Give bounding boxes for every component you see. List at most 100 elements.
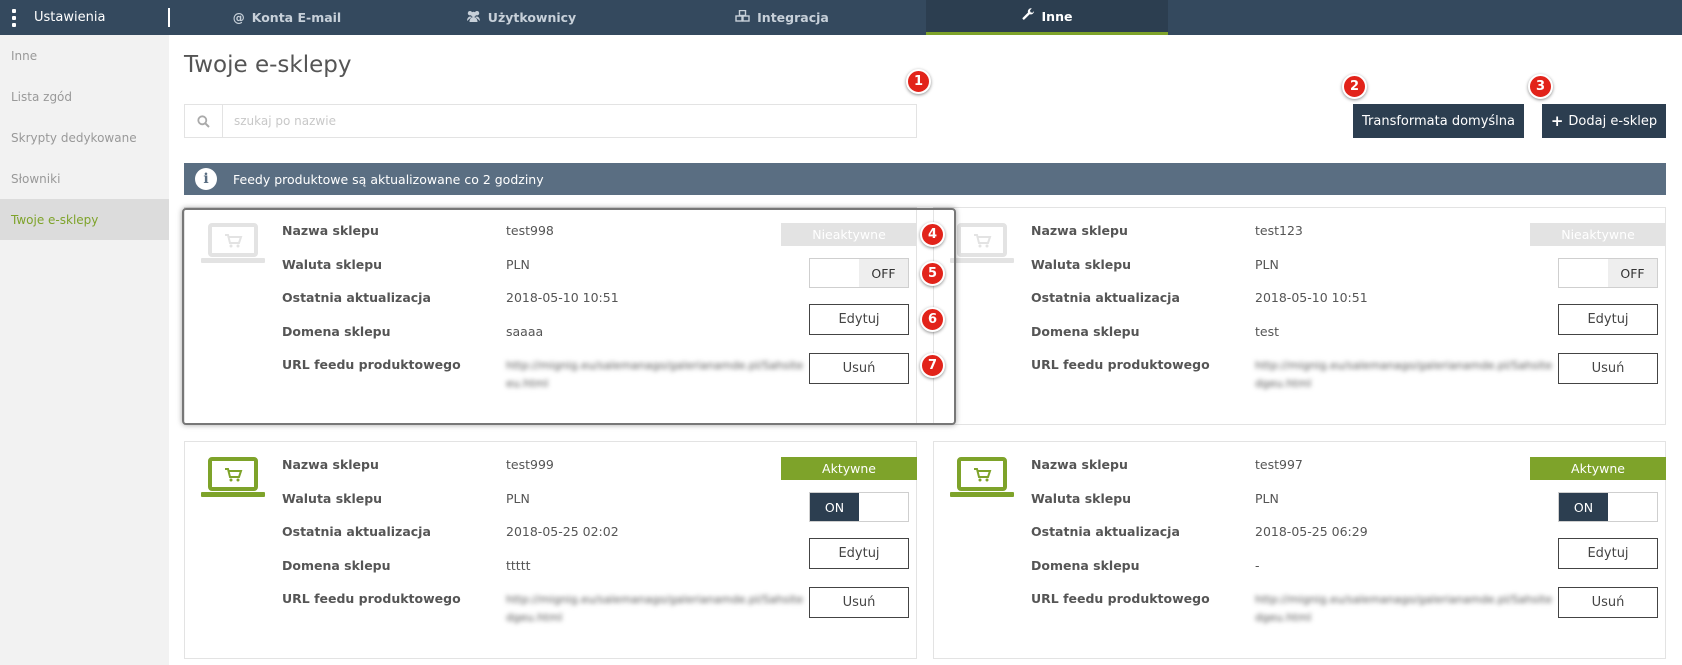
shop-feed-url[interactable]: http://mignig.eu/salemanago/galerianamde… xyxy=(506,591,806,625)
shop-updated: 2018-05-25 02:02 xyxy=(506,524,619,540)
toggle-off-label: OFF xyxy=(859,259,908,287)
shop-currency: PLN xyxy=(1255,490,1279,506)
top-navigation-bar: Ustawienia @ Konta E-mail Użytkownicy In… xyxy=(0,0,1682,35)
field-row-currency: Waluta sklepu PLN xyxy=(282,491,806,525)
field-row-domain: Domena sklepu ttttt xyxy=(282,558,806,592)
field-row-currency: Waluta sklepu PLN xyxy=(1031,257,1555,291)
delete-button[interactable]: Usuń xyxy=(809,587,909,618)
menu-dots-icon xyxy=(12,8,16,27)
field-row-updated: Ostatnia aktualizacja 2018-05-25 06:29 xyxy=(1031,524,1555,558)
edit-button[interactable]: Edytuj xyxy=(1558,538,1658,569)
tab-uzytkownicy[interactable]: Użytkownicy xyxy=(404,0,638,35)
sidebar: Inne Lista zgód Skrypty dedykowane Słown… xyxy=(0,35,169,665)
shop-domain: - xyxy=(1255,557,1260,573)
add-eshop-button[interactable]: + Dodaj e-sklep xyxy=(1542,104,1666,138)
tab-label: Inne xyxy=(1041,8,1073,24)
sidebar-item-slowniki[interactable]: Słowniki xyxy=(0,158,169,199)
tab-label: Integracja xyxy=(757,10,829,25)
laptop-cart-icon xyxy=(201,223,265,263)
shop-domain: saaaa xyxy=(506,323,544,339)
sidebar-item-skrypty-dedykowane[interactable]: Skrypty dedykowane xyxy=(0,117,169,158)
shop-currency: PLN xyxy=(506,256,530,272)
field-row-updated: Ostatnia aktualizacja 2018-05-10 10:51 xyxy=(1031,290,1555,324)
sidebar-item-twoje-e-sklepy[interactable]: Twoje e-sklepy xyxy=(0,199,169,240)
search-icon xyxy=(185,105,223,137)
sidebar-item-lista-zgod[interactable]: Lista zgód xyxy=(0,76,169,117)
annotation-badge-2: 2 xyxy=(1342,74,1367,99)
status-badge: Aktywne xyxy=(1530,457,1666,480)
field-row-domain: Domena sklepu - xyxy=(1031,558,1555,592)
active-toggle[interactable]: OFF xyxy=(1558,258,1658,288)
sidebar-item-inne[interactable]: Inne xyxy=(0,35,169,76)
field-row-domain: Domena sklepu saaaa xyxy=(282,324,806,358)
toggle-off-label: OFF xyxy=(1608,259,1657,287)
tab-integracja[interactable]: Integracja xyxy=(638,0,926,35)
active-toggle[interactable]: ON xyxy=(809,492,909,522)
field-row-name: Nazwa sklepu test999 xyxy=(282,457,806,491)
laptop-cart-icon xyxy=(950,457,1014,497)
field-row-currency: Waluta sklepu PLN xyxy=(1031,491,1555,525)
shop-currency: PLN xyxy=(506,490,530,506)
edit-button[interactable]: Edytuj xyxy=(1558,304,1658,335)
search-input[interactable] xyxy=(223,105,916,137)
toggle-blank xyxy=(859,493,908,521)
field-row-feed-url: URL feedu produktowego http://mignig.eu/s… xyxy=(1031,591,1555,625)
laptop-cart-icon xyxy=(201,457,265,497)
toggle-blank xyxy=(810,259,859,287)
shop-name: test123 xyxy=(1255,223,1303,238)
shop-name: test999 xyxy=(506,457,554,472)
toggle-blank xyxy=(1608,493,1657,521)
shop-currency: PLN xyxy=(1255,256,1279,272)
annotation-badge-5: 5 xyxy=(920,261,945,286)
delete-button[interactable]: Usuń xyxy=(1558,587,1658,618)
shop-name: test998 xyxy=(506,223,554,238)
field-row-currency: Waluta sklepu PLN xyxy=(282,257,806,291)
shop-feed-url[interactable]: http://mignig.eu/salemanago/galerianamde… xyxy=(506,357,806,391)
shop-domain: test xyxy=(1255,323,1280,339)
button-label: Transformata domyślna xyxy=(1362,113,1515,129)
tab-konta-email[interactable]: @ Konta E-mail xyxy=(170,0,404,35)
users-icon xyxy=(466,10,481,25)
shop-updated: 2018-05-10 10:51 xyxy=(506,290,619,306)
active-toggle[interactable]: ON xyxy=(1558,492,1658,522)
edit-button[interactable]: Edytuj xyxy=(809,538,909,569)
toggle-on-label: ON xyxy=(1559,493,1608,521)
button-label: Dodaj e-sklep xyxy=(1568,113,1658,129)
info-icon: i xyxy=(195,168,217,190)
field-row-name: Nazwa sklepu test997 xyxy=(1031,457,1555,491)
toggle-on-label: ON xyxy=(810,493,859,521)
tab-label: Użytkownicy xyxy=(487,10,577,25)
annotation-badge-6: 6 xyxy=(920,307,945,332)
shop-card: Nazwa sklepu test997 Waluta sklepu PLN Ost… xyxy=(933,441,1666,659)
active-toggle[interactable]: OFF xyxy=(809,258,909,288)
shop-card: Nazwa sklepu test123 Waluta sklepu PLN Ost… xyxy=(933,207,1666,425)
field-row-feed-url: URL feedu produktowego http://mignig.eu/s… xyxy=(282,591,806,625)
wrench-icon xyxy=(1022,8,1035,24)
field-row-feed-url: URL feedu produktowego http://mignig.eu/s… xyxy=(282,357,806,391)
settings-menu-toggle[interactable]: Ustawienia xyxy=(0,0,168,35)
annotation-badge-4: 4 xyxy=(920,222,945,247)
edit-button[interactable]: Edytuj xyxy=(809,304,909,335)
info-banner: i Feedy produktowe są aktualizowane co 2… xyxy=(184,163,1666,195)
field-row-name: Nazwa sklepu test123 xyxy=(1031,223,1555,257)
default-transform-button[interactable]: Transformata domyślna xyxy=(1353,104,1524,138)
tab-inne[interactable]: Inne xyxy=(926,0,1168,35)
plus-icon: + xyxy=(1550,112,1564,130)
field-row-updated: Ostatnia aktualizacja 2018-05-25 02:02 xyxy=(282,524,806,558)
at-icon: @ xyxy=(232,10,245,25)
shop-domain: ttttt xyxy=(506,557,531,573)
field-row-feed-url: URL feedu produktowego http://mignig.eu/s… xyxy=(1031,357,1555,391)
delete-button[interactable]: Usuń xyxy=(809,353,909,384)
shop-feed-url[interactable]: http://mignig.eu/salemanago/galerianamde… xyxy=(1255,591,1555,625)
annotation-badge-7: 7 xyxy=(920,353,945,378)
tab-label: Konta E-mail xyxy=(251,10,342,25)
shop-feed-url[interactable]: http://mignig.eu/salemanago/galerianamde… xyxy=(1255,357,1555,391)
status-badge: Nieaktywne xyxy=(1530,223,1666,246)
toggle-blank xyxy=(1559,259,1608,287)
field-row-name: Nazwa sklepu test998 xyxy=(282,223,806,257)
annotation-badge-1: 1 xyxy=(906,69,931,94)
field-row-domain: Domena sklepu test xyxy=(1031,324,1555,358)
cubes-icon xyxy=(735,9,750,25)
shop-updated: 2018-05-10 10:51 xyxy=(1255,290,1368,306)
delete-button[interactable]: Usuń xyxy=(1558,353,1658,384)
